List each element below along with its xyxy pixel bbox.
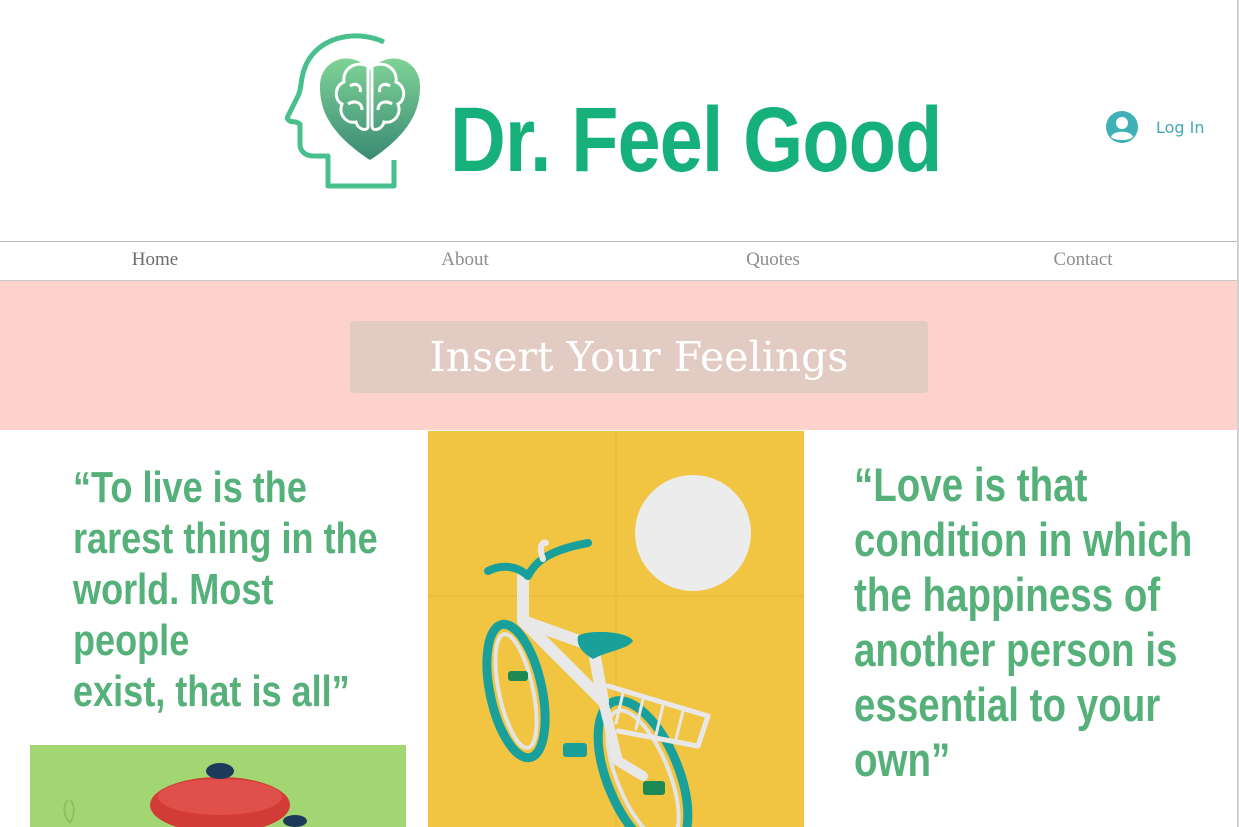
login-label[interactable]: Log In (1156, 118, 1205, 137)
quote-line: exist, that is all” (73, 667, 350, 716)
nav-item-contact[interactable]: Contact (928, 242, 1238, 280)
bicycle-poster-image (428, 431, 804, 827)
quote-line: condition in which (854, 513, 1193, 566)
quote-left: “To live is the rarest thing in the worl… (73, 462, 393, 717)
nav-item-home[interactable]: Home (0, 242, 310, 280)
user-avatar-icon[interactable] (1105, 110, 1139, 144)
quote-line: essential to your (854, 678, 1161, 731)
quote-line: world. Most people (73, 565, 274, 665)
quote-line: another person is (854, 623, 1178, 676)
quote-line: “To live is the (73, 463, 307, 512)
quote-line: the happiness of (854, 568, 1161, 621)
nav-item-about[interactable]: About (310, 242, 620, 280)
insert-feelings-button[interactable]: Insert Your Feelings (350, 321, 928, 393)
site-header: Dr. Feel Good Log In (0, 0, 1239, 241)
login-button[interactable]: Log In (1105, 110, 1205, 144)
red-pot-poster-image (30, 745, 406, 827)
quote-line: own” (854, 733, 951, 786)
quote-right: “Love is that condition in which the hap… (854, 457, 1215, 787)
quote-line: rarest thing in the (73, 514, 378, 563)
quote-line: “Love is that (854, 458, 1088, 511)
feelings-banner: Insert Your Feelings (0, 281, 1237, 430)
head-heart-brain-icon[interactable] (284, 30, 454, 190)
brand-name[interactable]: Dr. Feel Good (450, 88, 942, 193)
nav-item-quotes[interactable]: Quotes (618, 242, 928, 280)
main-nav: Home About Quotes Contact (0, 241, 1237, 281)
